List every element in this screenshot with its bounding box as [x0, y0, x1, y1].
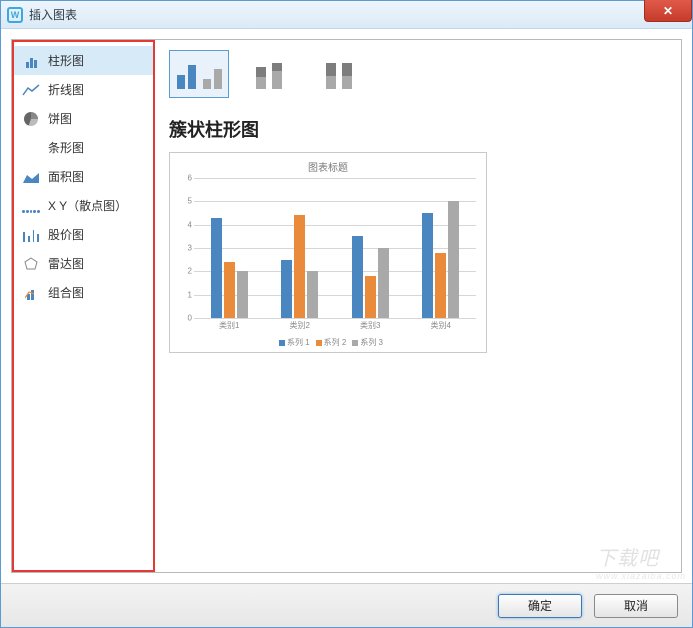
ok-button[interactable]: 确定: [498, 594, 582, 618]
dialog-body: 柱形图 折线图 饼图 条形图: [1, 29, 692, 583]
sidebar-item-label: 饼图: [48, 110, 72, 127]
sidebar-item-stock[interactable]: 股价图: [14, 220, 153, 249]
combo-chart-icon: [22, 286, 40, 300]
chart-detail-pane: 簇状柱形图 图表标题 0123456 类别1类别2类别3类别4 系列 1系列 2…: [155, 40, 681, 572]
subtype-stacked-column[interactable]: [239, 50, 299, 98]
bar-chart-icon: [22, 141, 40, 155]
dialog-window: W 插入图表 ✕ 柱形图 折线图 饼: [0, 0, 693, 628]
sidebar-item-pie[interactable]: 饼图: [14, 104, 153, 133]
stock-chart-icon: [22, 228, 40, 242]
radar-chart-icon: [22, 257, 40, 271]
titlebar: W 插入图表 ✕: [1, 1, 692, 29]
sidebar-item-label: 组合图: [48, 284, 84, 301]
sidebar-item-label: 折线图: [48, 81, 84, 98]
chart-subtype-row: [169, 50, 667, 98]
sidebar-item-column[interactable]: 柱形图: [14, 46, 153, 75]
sidebar-item-scatter[interactable]: X Y（散点图）: [14, 191, 153, 220]
close-icon: ✕: [663, 4, 673, 18]
chart-preview-title: 图表标题: [174, 159, 482, 174]
selected-chart-name: 簇状柱形图: [169, 116, 667, 142]
sidebar-item-line[interactable]: 折线图: [14, 75, 153, 104]
sidebar-item-label: 雷达图: [48, 255, 84, 272]
chart-preview: 图表标题 0123456 类别1类别2类别3类别4 系列 1系列 2系列 3: [169, 152, 487, 353]
sidebar-item-area[interactable]: 面积图: [14, 162, 153, 191]
dialog-footer: 确定 取消: [1, 583, 692, 627]
sidebar-item-label: 条形图: [48, 139, 84, 156]
chart-plot-area: 0123456: [194, 178, 476, 318]
main-panel: 柱形图 折线图 饼图 条形图: [11, 39, 682, 573]
scatter-chart-icon: [22, 199, 40, 213]
sidebar-item-label: 面积图: [48, 168, 84, 185]
subtype-clustered-column[interactable]: [169, 50, 229, 98]
cancel-button[interactable]: 取消: [594, 594, 678, 618]
sidebar-item-radar[interactable]: 雷达图: [14, 249, 153, 278]
line-chart-icon: [22, 83, 40, 97]
window-title: 插入图表: [29, 6, 77, 23]
close-button[interactable]: ✕: [644, 0, 692, 22]
pie-chart-icon: [22, 112, 40, 126]
column-chart-icon: [22, 54, 40, 68]
sidebar-item-label: 股价图: [48, 226, 84, 243]
chart-legend: 系列 1系列 2系列 3: [174, 337, 482, 348]
chart-type-sidebar: 柱形图 折线图 饼图 条形图: [12, 40, 155, 572]
chart-x-labels: 类别1类别2类别3类别4: [194, 320, 476, 331]
subtype-percent-stacked-column[interactable]: [309, 50, 369, 98]
sidebar-item-combo[interactable]: 组合图: [14, 278, 153, 307]
sidebar-item-bar[interactable]: 条形图: [14, 133, 153, 162]
area-chart-icon: [22, 170, 40, 184]
sidebar-item-label: X Y（散点图）: [48, 197, 127, 214]
sidebar-item-label: 柱形图: [48, 52, 84, 69]
app-icon: W: [7, 7, 23, 23]
